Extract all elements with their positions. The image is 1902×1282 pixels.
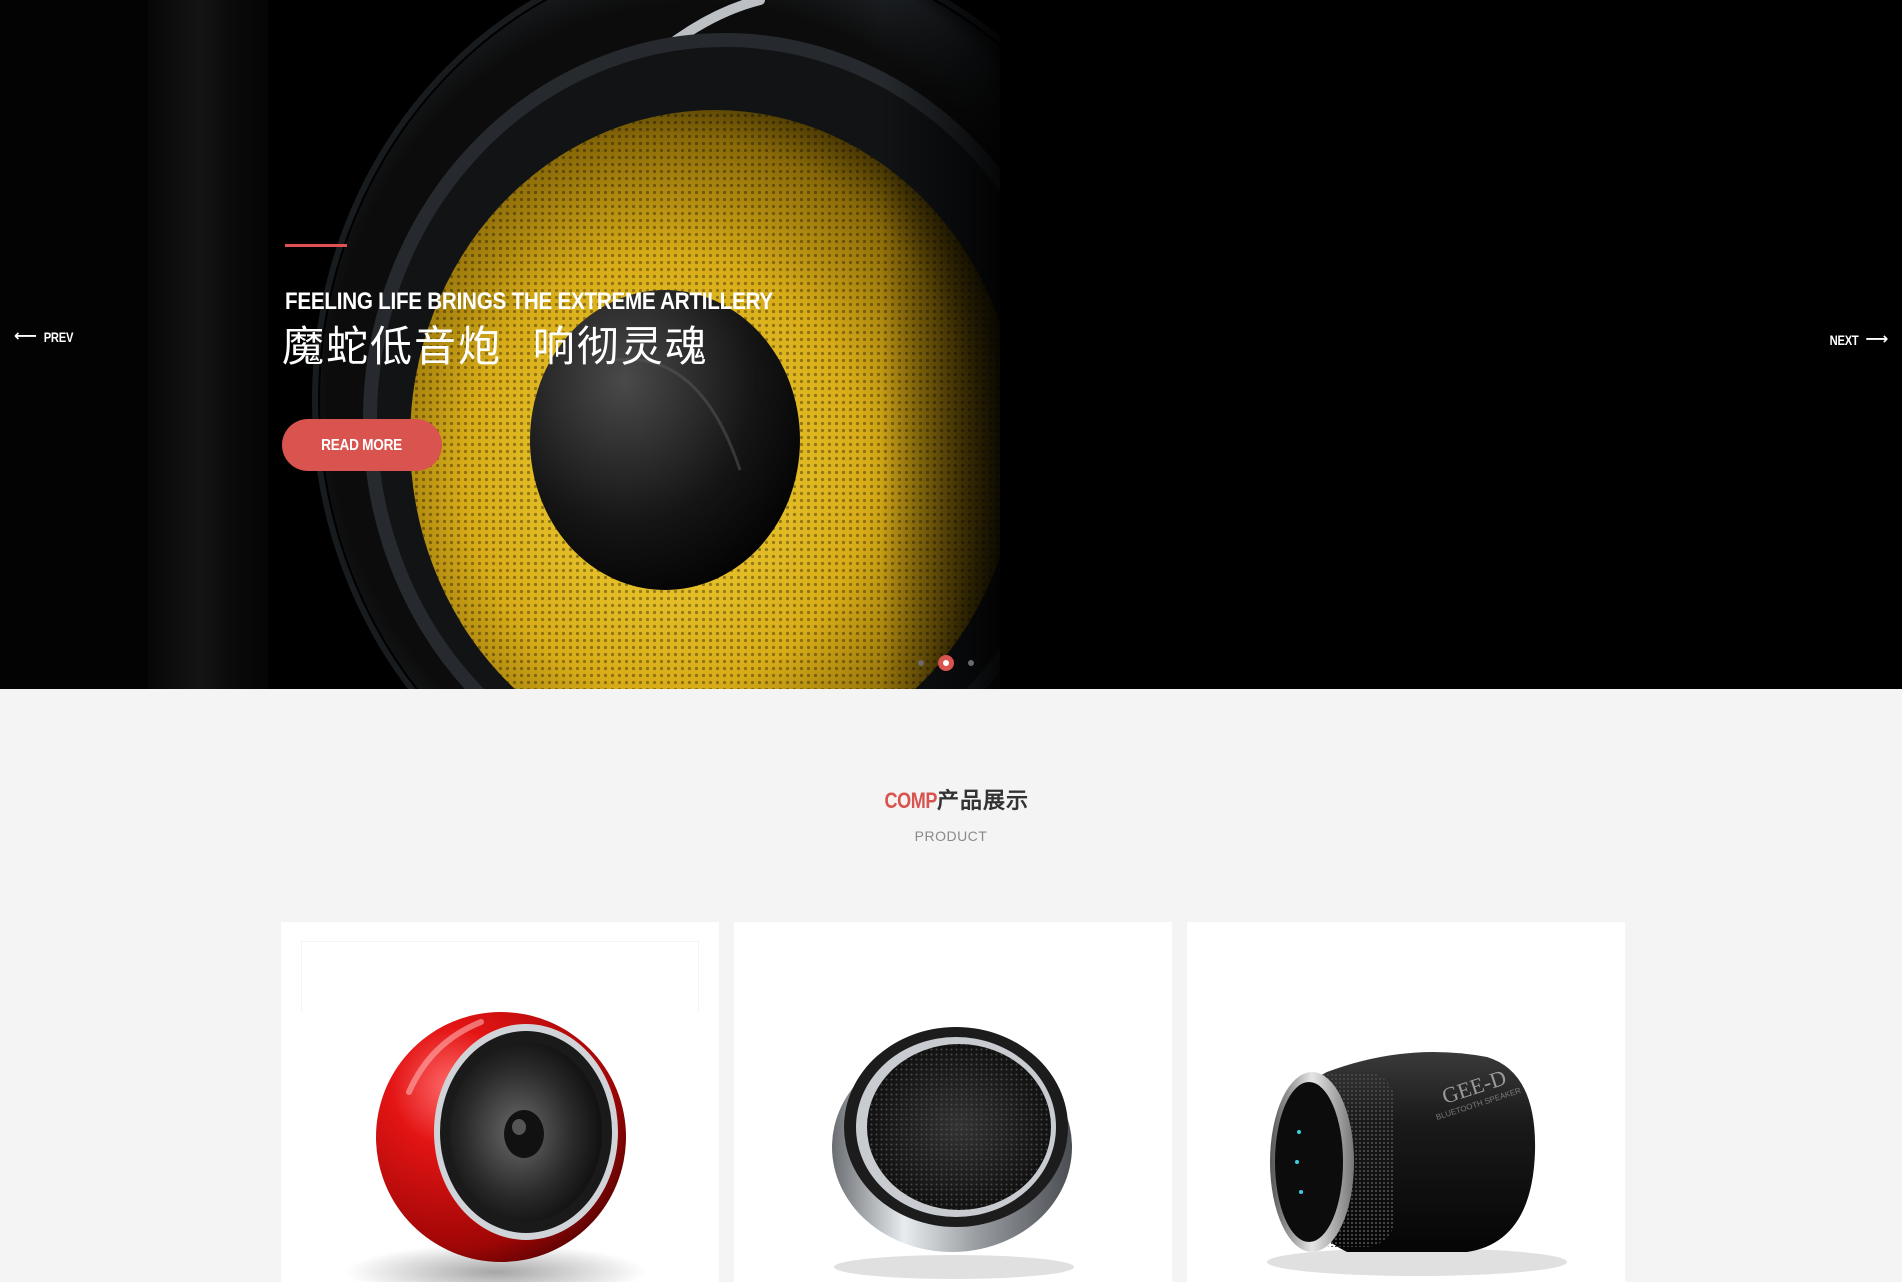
slide-dot-1[interactable]: [918, 660, 924, 666]
hero-subtitle: FEELING LIFE BRINGS THE EXTREME ARTILLER…: [285, 288, 773, 315]
section-title: COMP产品展示: [0, 786, 1902, 817]
prev-slide-button[interactable]: ⟵ PREV: [14, 328, 77, 346]
section-subtitle: PRODUCT: [914, 828, 988, 844]
slide-dot-2-active[interactable]: [938, 655, 954, 671]
slider-pagination: [918, 655, 974, 671]
prev-label: PREV: [43, 329, 73, 345]
hero-content: FEELING LIFE BRINGS THE EXTREME ARTILLER…: [282, 244, 1082, 471]
product-card-3[interactable]: GEE-D BLUETOOTH SPEAKER: [1187, 922, 1625, 1282]
section-title-main: 产品展示: [936, 789, 1029, 814]
slide-dot-3[interactable]: [968, 660, 974, 666]
arrow-right-icon: ⟶: [1865, 331, 1888, 348]
read-more-label: READ MORE: [321, 437, 403, 454]
hero-banner: FEELING LIFE BRINGS THE EXTREME ARTILLER…: [0, 0, 1902, 689]
hero-title: 魔蛇低音炮 响彻灵魂: [282, 322, 709, 371]
section-title-accent: COMP: [884, 788, 938, 813]
next-label: NEXT: [1829, 332, 1859, 348]
read-more-button[interactable]: READ MORE: [282, 419, 442, 471]
arrow-left-icon: ⟵: [14, 328, 37, 345]
round-silver-speaker-image: [832, 1027, 1074, 1279]
product-card-1[interactable]: [281, 922, 719, 1282]
hero-accent-line: [285, 244, 347, 247]
product-card-2[interactable]: [734, 922, 1172, 1282]
product-grid: GEE-D BLUETOOTH SPEAKER: [281, 922, 1625, 1282]
red-sphere-speaker-image: [346, 1012, 646, 1282]
gee-d-bluetooth-speaker-image: GEE-D BLUETOOTH SPEAKER: [1267, 1052, 1567, 1276]
next-slide-button[interactable]: NEXT ⟶: [1826, 331, 1888, 349]
